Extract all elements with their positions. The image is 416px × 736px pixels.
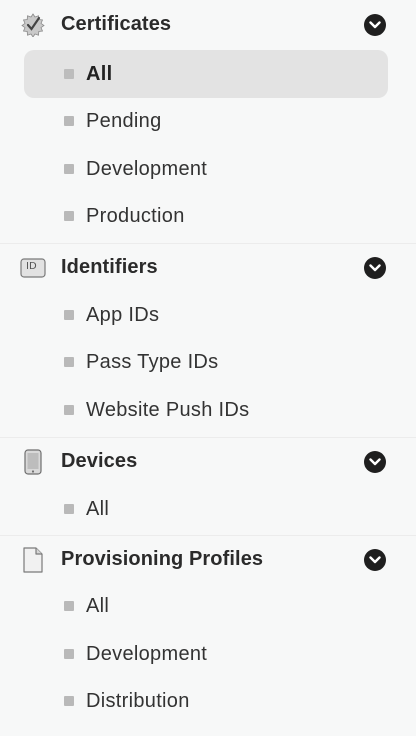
section-title-identifiers: Identifiers	[61, 256, 158, 278]
bullet-icon	[64, 211, 74, 221]
sidebar-item-identifiers-app-ids[interactable]: App IDs	[24, 291, 388, 339]
bullet-icon	[64, 649, 74, 659]
sidebar-item-provisioning-all[interactable]: All	[24, 582, 388, 630]
sidebar-nav: Certificates All Pending Development Pro…	[0, 0, 416, 736]
sidebar-item-label: Pending	[86, 110, 162, 132]
phone-device-icon	[20, 449, 46, 475]
bullet-icon	[64, 601, 74, 611]
chevron-down-icon[interactable]	[364, 549, 386, 571]
sidebar-item-label: All	[86, 595, 110, 617]
certificate-seal-icon	[20, 12, 46, 38]
id-badge-label: ID	[26, 261, 37, 272]
sidebar-item-provisioning-development[interactable]: Development	[24, 630, 388, 678]
bullet-icon	[64, 504, 74, 514]
sidebar-item-certificates-pending[interactable]: Pending	[24, 97, 388, 145]
chevron-down-icon[interactable]	[364, 451, 386, 473]
sidebar-item-devices-all[interactable]: All	[24, 485, 388, 533]
id-badge-icon: ID	[20, 255, 46, 281]
sidebar-item-label: Pass Type IDs	[86, 351, 219, 373]
sidebar-item-certificates-all[interactable]: All	[24, 50, 388, 98]
bullet-icon	[64, 405, 74, 415]
bullet-icon	[64, 310, 74, 320]
bullet-icon	[64, 116, 74, 126]
sidebar-item-label: All	[86, 63, 113, 85]
document-icon	[20, 547, 46, 573]
sidebar-item-certificates-production[interactable]: Production	[24, 192, 388, 240]
sidebar-item-label: Development	[86, 158, 208, 180]
sidebar-item-label: App IDs	[86, 304, 160, 326]
section-devices-header[interactable]: Devices	[0, 437, 416, 485]
sidebar-item-label: All	[86, 498, 110, 520]
section-title-devices: Devices	[61, 450, 138, 472]
bullet-icon	[64, 69, 74, 79]
sidebar-item-label: Website Push IDs	[86, 399, 250, 421]
sidebar-item-certificates-development[interactable]: Development	[24, 145, 388, 193]
sidebar-item-label: Production	[86, 205, 185, 227]
sidebar-item-identifiers-pass-type-ids[interactable]: Pass Type IDs	[24, 338, 388, 386]
bullet-icon	[64, 696, 74, 706]
section-certificates-header[interactable]: Certificates	[0, 0, 416, 48]
chevron-down-icon[interactable]	[364, 14, 386, 36]
sidebar-item-identifiers-website-push-ids[interactable]: Website Push IDs	[24, 386, 388, 434]
section-title-provisioning-profiles: Provisioning Profiles	[61, 548, 264, 570]
section-provisioning-header[interactable]: Provisioning Profiles	[0, 535, 416, 583]
sidebar-item-label: Distribution	[86, 690, 190, 712]
section-identifiers-header[interactable]: ID Identifiers	[0, 243, 416, 291]
bullet-icon	[64, 357, 74, 367]
section-title-certificates: Certificates	[61, 13, 172, 35]
chevron-down-icon[interactable]	[364, 257, 386, 279]
sidebar-item-provisioning-distribution[interactable]: Distribution	[24, 677, 388, 725]
sidebar-item-label: Development	[86, 643, 208, 665]
bullet-icon	[64, 164, 74, 174]
